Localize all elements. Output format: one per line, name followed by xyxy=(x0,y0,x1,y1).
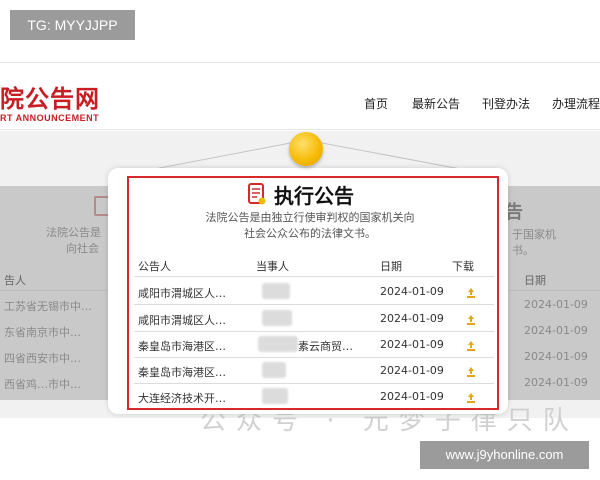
row-party: 素云商贸… xyxy=(298,340,353,353)
row-divider xyxy=(134,304,494,305)
nav-process[interactable]: 办理流程 xyxy=(552,95,600,112)
card-title: 执行公告 xyxy=(274,183,354,208)
table-header-divider xyxy=(134,276,494,277)
party-redacted xyxy=(262,362,286,378)
row-date: 2024-01-09 xyxy=(380,285,444,298)
download-icon[interactable] xyxy=(466,393,476,403)
download-icon[interactable] xyxy=(466,341,476,351)
row-date: 2024-01-09 xyxy=(380,312,444,325)
document-icon xyxy=(248,183,266,205)
bg-col-left: 告人 xyxy=(4,274,26,287)
card-title-row: 执行公告 xyxy=(248,180,354,208)
party-redacted xyxy=(262,310,292,326)
site-header: 院公告网 RT ANNOUNCEMENT 首页 最新公告 刊登办法 办理流程 xyxy=(0,62,600,130)
card-subtitle-2: 社会公众公布的法律文书。 xyxy=(244,227,376,240)
nav-home[interactable]: 首页 xyxy=(364,95,388,112)
party-redacted xyxy=(258,336,298,352)
bg-desc-left-2: 向社会 xyxy=(66,242,99,255)
row-announcer: 大连经济技术开… xyxy=(138,392,226,405)
col-announcer: 公告人 xyxy=(138,260,171,273)
bg-row-left: 四省西安市中… xyxy=(4,352,81,365)
download-icon[interactable] xyxy=(466,315,476,325)
row-announcer: 秦皇岛市海港区… xyxy=(138,366,226,379)
bg-desc-right-2: 书。 xyxy=(512,244,534,257)
row-divider xyxy=(134,383,494,384)
row-announcer: 秦皇岛市海港区… xyxy=(138,340,226,353)
row-announcer: 咸阳市渭城区人… xyxy=(138,287,226,300)
col-download: 下载 xyxy=(452,260,474,273)
bg-row-left: 西省鸡…市中… xyxy=(4,378,81,391)
bg-row-right: 2024-01-09 xyxy=(524,376,588,389)
row-date: 2024-01-09 xyxy=(380,390,444,403)
download-icon[interactable] xyxy=(466,288,476,298)
pin-icon xyxy=(289,132,323,166)
site-watermark: www.j9yhonline.com xyxy=(420,441,589,469)
bg-desc-right-1: 于国家机 xyxy=(512,228,556,241)
tg-tag: TG: MYYJJPP xyxy=(10,10,135,40)
row-divider xyxy=(134,357,494,358)
bg-row-right: 2024-01-09 xyxy=(524,324,588,337)
row-announcer: 咸阳市渭城区人… xyxy=(138,314,226,327)
party-redacted xyxy=(262,388,288,404)
row-date: 2024-01-09 xyxy=(380,364,444,377)
row-divider xyxy=(134,331,494,332)
bg-row-left: 东省南京市中… xyxy=(4,326,81,339)
nav-latest[interactable]: 最新公告 xyxy=(412,95,460,112)
col-party: 当事人 xyxy=(256,260,289,273)
bg-row-left: 工苏省无锡市中… xyxy=(4,300,92,313)
card-subtitle-1: 法院公告是由独立行使审判权的国家机关向 xyxy=(205,211,415,224)
party-redacted xyxy=(262,283,290,299)
main-nav: 首页 最新公告 刊登办法 办理流程 xyxy=(0,95,600,115)
bg-col-right: 日期 xyxy=(524,274,546,287)
bg-row-right: 2024-01-09 xyxy=(524,350,588,363)
nav-publish-method[interactable]: 刊登办法 xyxy=(482,95,530,112)
download-icon[interactable] xyxy=(466,367,476,377)
row-date: 2024-01-09 xyxy=(380,338,444,351)
col-date: 日期 xyxy=(380,260,402,273)
bg-row-right: 2024-01-09 xyxy=(524,298,588,311)
bg-desc-left-1: 法院公告是 xyxy=(46,226,101,239)
